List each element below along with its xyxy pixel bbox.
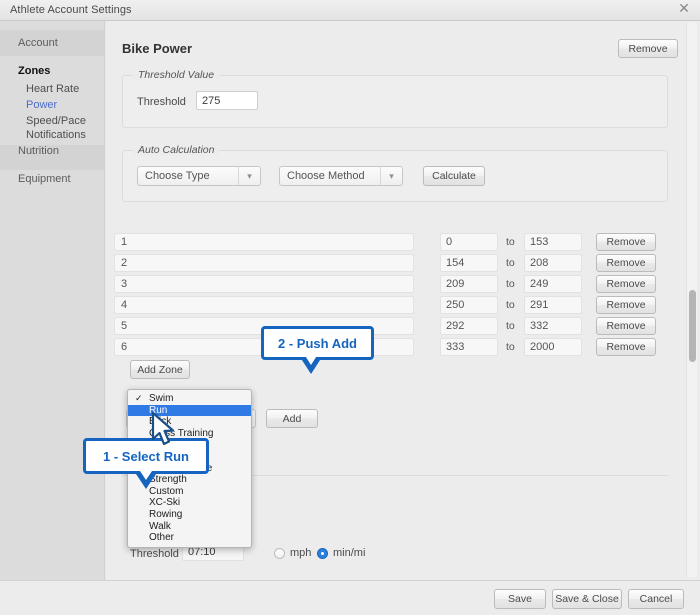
zone-high-input[interactable] (524, 233, 582, 251)
checkmark-icon: ✓ (135, 393, 143, 403)
zone-name-input[interactable] (114, 296, 414, 314)
page-title: Bike Power (122, 41, 193, 56)
callout-tail-inner (304, 354, 318, 365)
zone-high-input[interactable] (524, 338, 582, 356)
callout-select-run: 1 - Select Run (83, 438, 209, 489)
unit-radio-mph[interactable] (274, 548, 285, 559)
remove-bike-power-button[interactable]: Remove (618, 39, 678, 58)
zone-remove-button[interactable]: Remove (596, 254, 656, 272)
auto-calculation-group: Auto Calculation Choose Type ▾ Choose Me… (122, 144, 668, 202)
save-button[interactable]: Save (494, 589, 546, 609)
zone-to-label: to (506, 257, 515, 269)
menu-item-label: Swim (149, 393, 174, 404)
add-activity-button[interactable]: Add (266, 409, 318, 428)
zone-to-label: to (506, 320, 515, 332)
menu-item-label: XC-Ski (149, 497, 181, 509)
zone-name-input[interactable] (114, 275, 414, 293)
zone-remove-button[interactable]: Remove (596, 275, 656, 293)
dialog-footer: Save Save & Close Cancel (0, 580, 700, 615)
chevron-down-icon: ▾ (238, 167, 260, 185)
choose-type-select[interactable]: Choose Type ▾ (137, 166, 261, 186)
zone-name-input[interactable] (114, 233, 414, 251)
threshold-value-legend: Threshold Value (133, 69, 220, 81)
zone-to-label: to (506, 278, 515, 290)
choose-type-value: Choose Type (145, 170, 210, 182)
menu-item-label: Rowing (149, 508, 183, 520)
menu-item-other[interactable]: Other (128, 532, 251, 544)
unit-radio-min-mi[interactable] (317, 548, 328, 559)
menu-item-label: Walk (149, 520, 171, 532)
sidebar: Account Zones Heart Rate Power Speed/Pac… (0, 21, 105, 580)
mouse-cursor-icon (151, 411, 177, 451)
zone-low-input[interactable] (440, 254, 498, 272)
zone-to-label: to (506, 341, 515, 353)
zone-remove-button[interactable]: Remove (596, 296, 656, 314)
choose-method-select[interactable]: Choose Method ▾ (279, 166, 403, 186)
zone-low-input[interactable] (440, 233, 498, 251)
window-title: Athlete Account Settings (10, 4, 132, 16)
cancel-button[interactable]: Cancel (628, 589, 684, 609)
menu-item-run[interactable]: Run (128, 404, 251, 417)
window-titlebar: Athlete Account Settings ✕ (0, 0, 700, 21)
lower-threshold-label: Threshold (130, 548, 179, 560)
zone-high-input[interactable] (524, 296, 582, 314)
menu-item-walk[interactable]: Walk (128, 521, 251, 533)
close-x-icon[interactable]: ✕ (677, 2, 691, 17)
zone-name-input[interactable] (114, 254, 414, 272)
zone-low-input[interactable] (440, 317, 498, 335)
save-and-close-button[interactable]: Save & Close (552, 589, 622, 609)
zone-high-input[interactable] (524, 317, 582, 335)
add-zone-button[interactable]: Add Zone (130, 360, 190, 379)
zone-remove-button[interactable]: Remove (596, 338, 656, 356)
zone-remove-button[interactable]: Remove (596, 233, 656, 251)
sidebar-item-account[interactable]: Account (0, 30, 105, 56)
athlete-account-settings-window: Athlete Account Settings ✕ Account Zones… (0, 0, 700, 615)
content-scrollbar-track[interactable] (686, 22, 697, 577)
zone-remove-button[interactable]: Remove (596, 317, 656, 335)
zone-low-input[interactable] (440, 338, 498, 356)
zone-to-label: to (506, 299, 515, 311)
sidebar-item-equipment[interactable]: Equipment (0, 166, 105, 192)
unit-label-mph: mph (290, 547, 312, 559)
zone-low-input[interactable] (440, 296, 498, 314)
calculate-button[interactable]: Calculate (423, 166, 485, 186)
zone-high-input[interactable] (524, 254, 582, 272)
zone-to-label: to (506, 236, 515, 248)
auto-calculation-legend: Auto Calculation (133, 144, 220, 156)
threshold-input[interactable] (196, 91, 258, 110)
zone-high-input[interactable] (524, 275, 582, 293)
choose-method-value: Choose Method (287, 170, 365, 182)
unit-label-min-mi: min/mi (333, 547, 366, 559)
chevron-down-icon: ▾ (380, 167, 402, 185)
menu-item-brick[interactable]: Brick (128, 416, 251, 428)
threshold-value-group: Threshold Value Threshold (122, 69, 668, 128)
sidebar-item-nutrition[interactable]: Nutrition (0, 138, 105, 164)
content-scrollbar-thumb[interactable] (689, 290, 696, 362)
menu-item-swim[interactable]: ✓ Swim (128, 393, 251, 405)
callout-push-add: 2 - Push Add (261, 326, 374, 374)
zone-low-input[interactable] (440, 275, 498, 293)
menu-item-rowing[interactable]: Rowing (128, 509, 251, 521)
callout-tail-inner (138, 468, 154, 480)
menu-item-label: Other (149, 532, 175, 544)
threshold-label: Threshold (137, 96, 186, 108)
menu-item-xc-ski[interactable]: XC-Ski (128, 497, 251, 509)
